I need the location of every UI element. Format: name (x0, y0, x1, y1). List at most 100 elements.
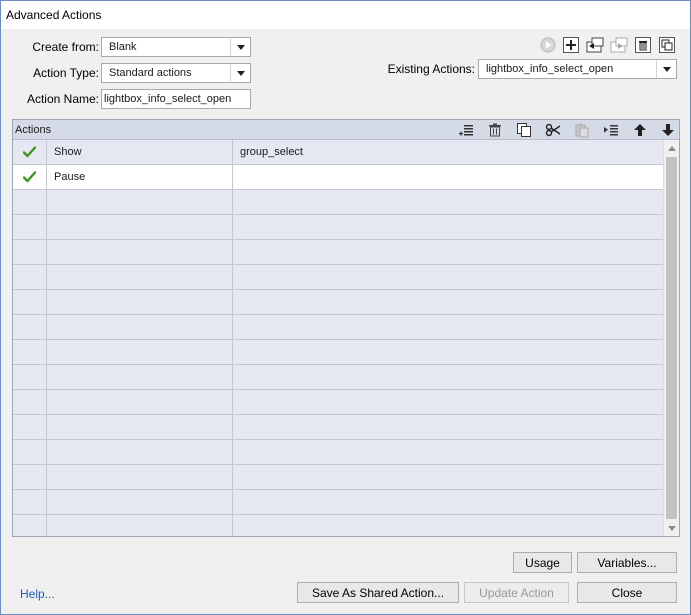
row-checkbox[interactable] (13, 265, 47, 289)
target-cell[interactable] (233, 165, 663, 189)
action-cell[interactable] (47, 415, 233, 439)
insert-action-icon[interactable] (457, 121, 475, 139)
target-cell[interactable] (233, 240, 663, 264)
vertical-scrollbar[interactable] (663, 140, 679, 536)
chevron-down-icon (656, 60, 676, 78)
duplicate-action-icon[interactable] (658, 36, 676, 54)
save-as-shared-action-button[interactable]: Save As Shared Action... (297, 582, 459, 603)
table-row[interactable] (13, 265, 663, 290)
action-cell[interactable] (47, 465, 233, 489)
move-up-icon[interactable] (631, 121, 649, 139)
table-row[interactable] (13, 290, 663, 315)
action-name-label: Action Name: (26, 92, 99, 106)
existing-actions-label: Existing Actions: (387, 62, 475, 76)
chevron-down-icon (230, 38, 250, 56)
row-checkbox[interactable] (13, 340, 47, 364)
table-row[interactable] (13, 415, 663, 440)
row-checkbox[interactable] (13, 465, 47, 489)
table-row[interactable] (13, 390, 663, 415)
copy-icon[interactable] (515, 121, 533, 139)
table-row[interactable] (13, 190, 663, 215)
delete-icon[interactable] (486, 121, 504, 139)
target-cell[interactable] (233, 340, 663, 364)
table-row[interactable] (13, 515, 663, 536)
target-cell[interactable] (233, 190, 663, 214)
target-cell[interactable] (233, 465, 663, 489)
target-cell[interactable] (233, 390, 663, 414)
action-cell[interactable] (47, 490, 233, 514)
target-cell[interactable] (233, 415, 663, 439)
action-cell[interactable] (47, 190, 233, 214)
scroll-thumb[interactable] (666, 157, 677, 519)
table-row[interactable] (13, 215, 663, 240)
create-from-label: Create from: (32, 40, 99, 54)
action-cell[interactable]: Show (47, 140, 233, 164)
update-action-button[interactable]: Update Action (464, 582, 569, 603)
action-cell[interactable] (47, 365, 233, 389)
table-row[interactable] (13, 465, 663, 490)
import-action-icon[interactable] (586, 36, 604, 54)
row-checkbox[interactable] (13, 515, 47, 536)
table-row[interactable] (13, 490, 663, 515)
row-checkbox[interactable] (13, 490, 47, 514)
action-type-select[interactable]: Standard actions (101, 63, 251, 83)
table-row[interactable] (13, 340, 663, 365)
row-checkbox[interactable] (13, 390, 47, 414)
move-down-icon[interactable] (659, 121, 677, 139)
target-cell[interactable] (233, 365, 663, 389)
usage-button[interactable]: Usage (513, 552, 572, 573)
table-row[interactable] (13, 240, 663, 265)
row-checkbox[interactable] (13, 440, 47, 464)
paste-icon[interactable] (573, 121, 591, 139)
table-row[interactable] (13, 315, 663, 340)
variables-button[interactable]: Variables... (577, 552, 677, 573)
target-cell[interactable] (233, 315, 663, 339)
action-cell[interactable] (47, 340, 233, 364)
row-checkbox[interactable] (13, 240, 47, 264)
help-link[interactable]: Help... (20, 587, 55, 601)
target-cell[interactable] (233, 265, 663, 289)
delete-action-icon[interactable] (634, 36, 652, 54)
target-cell[interactable] (233, 215, 663, 239)
action-cell[interactable] (47, 515, 233, 536)
create-from-select[interactable]: Blank (101, 37, 251, 57)
create-from-value: Blank (109, 41, 137, 53)
row-checkbox[interactable] (13, 215, 47, 239)
action-cell[interactable] (47, 440, 233, 464)
table-row[interactable]: Show group_select (13, 140, 663, 165)
action-name-input[interactable]: lightbox_info_select_open (101, 89, 251, 109)
cut-icon[interactable] (544, 121, 562, 139)
action-cell[interactable] (47, 315, 233, 339)
row-checkbox[interactable] (13, 165, 47, 189)
scroll-up-arrow-icon[interactable] (664, 140, 680, 156)
export-action-icon[interactable] (610, 36, 628, 54)
action-cell[interactable] (47, 290, 233, 314)
target-cell[interactable] (233, 490, 663, 514)
action-cell[interactable] (47, 390, 233, 414)
action-cell[interactable] (47, 265, 233, 289)
table-row[interactable] (13, 440, 663, 465)
table-row[interactable] (13, 365, 663, 390)
row-checkbox[interactable] (13, 190, 47, 214)
action-cell[interactable] (47, 240, 233, 264)
actions-grid: Show group_select Pause (13, 140, 663, 536)
target-cell[interactable] (233, 440, 663, 464)
row-checkbox[interactable] (13, 415, 47, 439)
target-cell[interactable]: group_select (233, 140, 663, 164)
table-row[interactable]: Pause (13, 165, 663, 190)
preview-play-icon[interactable] (539, 36, 557, 54)
close-button[interactable]: Close (577, 582, 677, 603)
add-new-action-icon[interactable] (562, 36, 580, 54)
row-checkbox[interactable] (13, 365, 47, 389)
action-type-label: Action Type: (33, 66, 99, 80)
row-checkbox[interactable] (13, 140, 47, 164)
action-cell[interactable] (47, 215, 233, 239)
existing-actions-select[interactable]: lightbox_info_select_open (478, 59, 677, 79)
target-cell[interactable] (233, 515, 663, 536)
indent-icon[interactable] (602, 121, 620, 139)
target-cell[interactable] (233, 290, 663, 314)
row-checkbox[interactable] (13, 315, 47, 339)
row-checkbox[interactable] (13, 290, 47, 314)
scroll-down-arrow-icon[interactable] (664, 520, 680, 536)
action-cell[interactable]: Pause (47, 165, 233, 189)
